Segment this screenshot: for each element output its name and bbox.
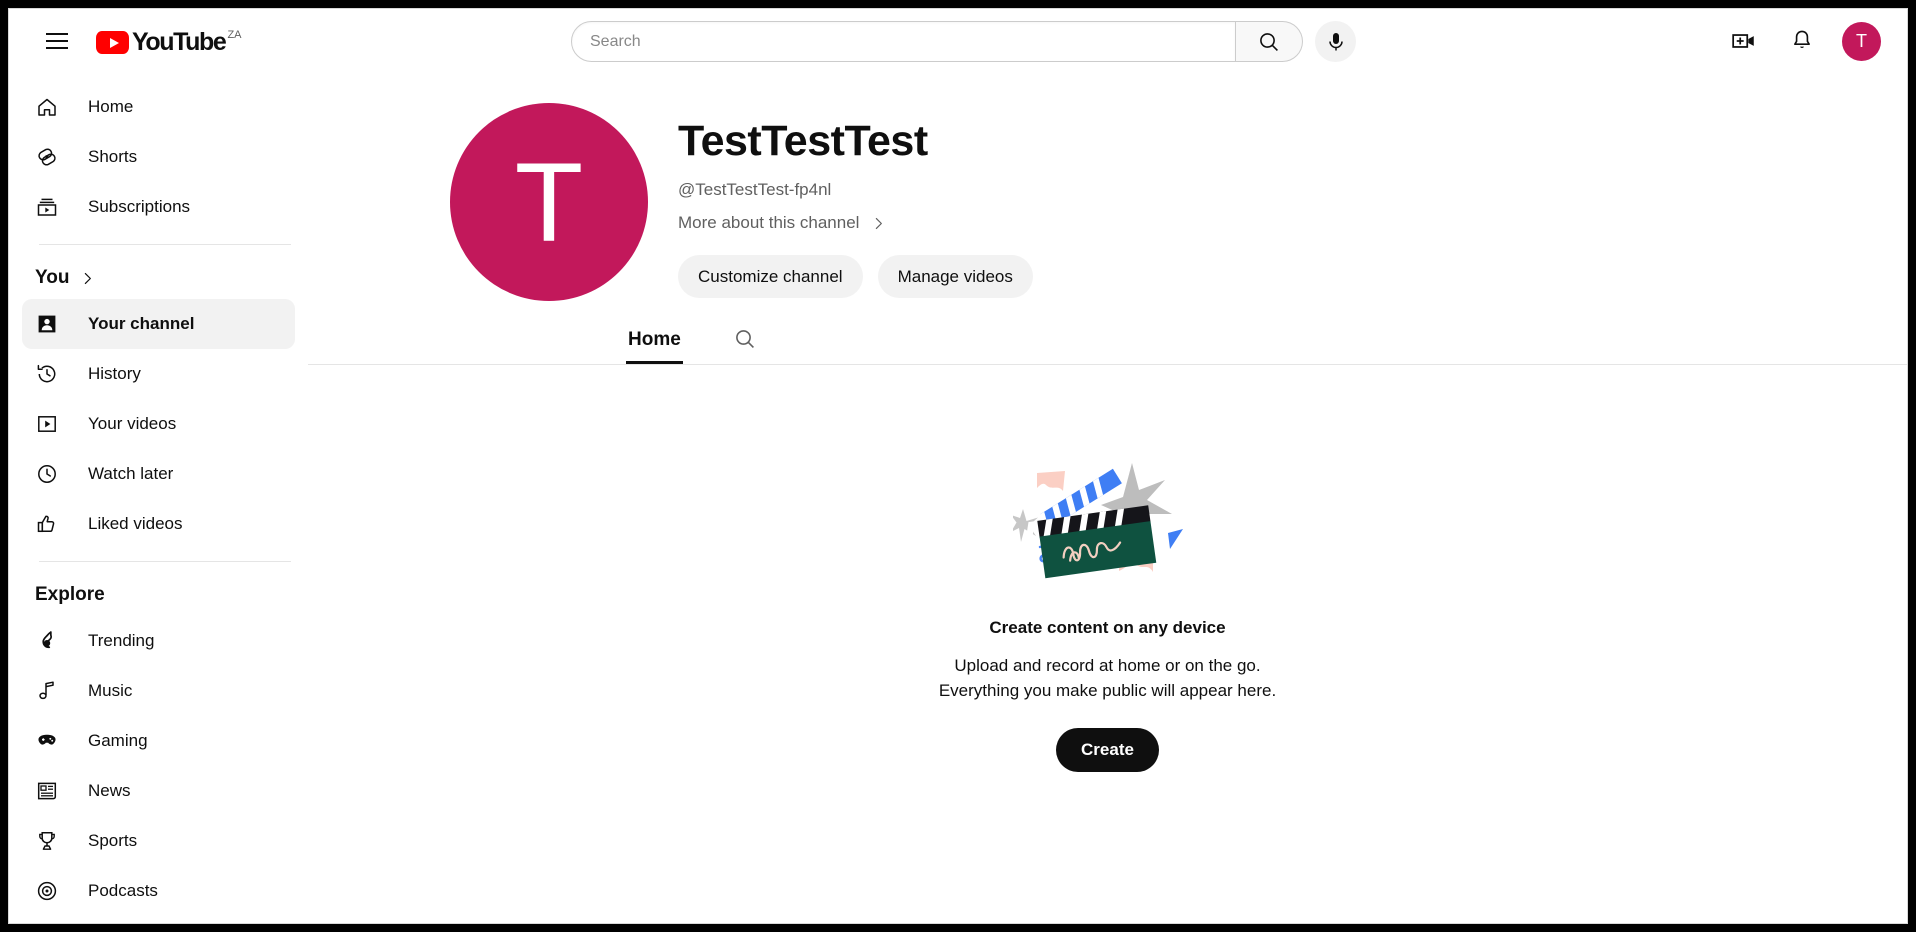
topbar-right-actions: T xyxy=(1724,9,1881,73)
search-area xyxy=(571,21,1356,62)
sidebar-label: History xyxy=(88,364,141,383)
sidebar-label: Home xyxy=(88,97,134,116)
sidebar-label: Your channel xyxy=(88,314,195,333)
hamburger-menu-icon[interactable] xyxy=(37,21,77,61)
sidebar-item-home[interactable]: Home xyxy=(22,82,295,132)
microphone-icon xyxy=(1328,32,1343,50)
sidebar-item-your-videos[interactable]: Your videos xyxy=(22,399,295,449)
search-submit-button[interactable] xyxy=(1236,21,1303,62)
news-icon xyxy=(35,779,59,803)
empty-state-line-2: Everything you make public will appear h… xyxy=(938,681,1277,700)
search-input[interactable] xyxy=(590,32,1235,51)
sidebar-label: Your videos xyxy=(88,414,177,433)
create-video-icon xyxy=(1732,34,1754,48)
sidebar-section-explore: Explore xyxy=(9,574,308,616)
tab-home[interactable]: Home xyxy=(626,329,683,364)
channel-tabs: Home xyxy=(308,327,1907,365)
channel-avatar: T xyxy=(450,103,648,301)
sidebar-item-gaming[interactable]: Gaming xyxy=(22,716,295,766)
sidebar-section-title: You xyxy=(35,267,70,288)
notifications-button[interactable] xyxy=(1782,21,1822,61)
account-avatar[interactable]: T xyxy=(1842,21,1881,61)
more-about-channel-link[interactable]: More about this channel xyxy=(678,213,1033,233)
gamepad-icon xyxy=(35,729,59,753)
more-about-channel-label: More about this channel xyxy=(678,213,860,233)
sidebar-item-sports[interactable]: Sports xyxy=(22,816,295,866)
sidebar-section-title: Explore xyxy=(35,584,105,605)
podcasts-icon xyxy=(35,879,59,903)
thumbs-up-icon xyxy=(35,512,59,536)
channel-info: TestTestTest @TestTestTest-fp4nl More ab… xyxy=(678,103,1033,301)
shorts-icon xyxy=(35,145,59,169)
empty-state-line-1: Upload and record at home or on the go. xyxy=(954,656,1261,675)
sidebar-label: Watch later xyxy=(88,464,174,483)
sidebar-label: Podcasts xyxy=(88,881,158,900)
trending-flame-icon xyxy=(35,629,59,653)
top-navigation-bar: YouTube ZA Search T xyxy=(9,9,1907,73)
sidebar-label: Trending xyxy=(88,631,155,650)
video-play-icon xyxy=(35,412,59,436)
channel-name: TestTestTest xyxy=(678,117,928,165)
create-video-button[interactable] xyxy=(1724,21,1764,61)
sidebar-label: Liked videos xyxy=(88,514,183,533)
sidebar-label: Sports xyxy=(88,831,138,850)
sidebar: Home Shorts Subscriptions You Your chann… xyxy=(9,73,308,923)
chevron-right-icon xyxy=(79,270,96,287)
person-icon xyxy=(35,312,59,336)
youtube-wordmark: YouTube xyxy=(132,28,227,56)
sidebar-item-music[interactable]: Music xyxy=(22,666,295,716)
create-button[interactable]: Create xyxy=(1056,728,1159,772)
sidebar-label: Music xyxy=(88,681,133,700)
search-icon xyxy=(735,330,754,348)
history-icon xyxy=(35,362,59,386)
empty-state: Create content on any device Upload and … xyxy=(308,459,1907,772)
sidebar-item-subscriptions[interactable]: Subscriptions xyxy=(22,182,295,232)
subscriptions-icon xyxy=(35,195,59,219)
sidebar-item-your-channel[interactable]: Your channel xyxy=(22,299,295,349)
voice-search-button[interactable] xyxy=(1315,21,1356,62)
sidebar-item-history[interactable]: History xyxy=(22,349,295,399)
search-icon xyxy=(1260,32,1278,51)
channel-handle: @TestTestTest-fp4nl xyxy=(678,180,832,200)
sidebar-label: Shorts xyxy=(88,147,138,166)
sidebar-section-you[interactable]: You xyxy=(9,257,308,299)
sidebar-label: Subscriptions xyxy=(88,197,191,216)
sidebar-item-liked-videos[interactable]: Liked videos xyxy=(22,499,295,549)
sidebar-item-watch-later[interactable]: Watch later xyxy=(22,449,295,499)
channel-search-button[interactable] xyxy=(733,327,757,364)
sidebar-divider xyxy=(39,244,291,245)
browser-viewport: YouTube ZA Search T Home Shorts Subscrip… xyxy=(8,8,1908,924)
music-note-icon xyxy=(35,679,59,703)
youtube-play-icon xyxy=(96,31,129,54)
clapperboard-illustration xyxy=(1010,459,1203,604)
channel-header: T TestTestTest @TestTestTest-fp4nl More … xyxy=(308,73,1907,301)
channel-action-buttons: Customize channel Manage videos xyxy=(678,255,1033,299)
sidebar-label: Gaming xyxy=(88,731,148,750)
clock-icon xyxy=(35,462,59,486)
country-code-label: ZA xyxy=(227,29,242,41)
sidebar-item-podcasts[interactable]: Podcasts xyxy=(22,866,295,916)
search-box[interactable] xyxy=(571,21,1236,62)
sidebar-divider xyxy=(39,561,291,562)
customize-channel-button[interactable]: Customize channel xyxy=(678,255,863,299)
sidebar-item-news[interactable]: News xyxy=(22,766,295,816)
manage-videos-button[interactable]: Manage videos xyxy=(877,255,1033,299)
sidebar-item-trending[interactable]: Trending xyxy=(22,616,295,666)
bell-icon xyxy=(1794,30,1810,49)
trophy-icon xyxy=(35,829,59,853)
sidebar-label: News xyxy=(88,781,131,800)
sidebar-item-shorts[interactable]: Shorts xyxy=(22,132,295,182)
chevron-right-icon xyxy=(870,215,887,232)
home-icon xyxy=(35,95,59,119)
main-content: T TestTestTest @TestTestTest-fp4nl More … xyxy=(308,73,1907,923)
youtube-logo[interactable]: YouTube ZA xyxy=(96,21,242,61)
empty-state-title: Create content on any device xyxy=(989,618,1226,637)
